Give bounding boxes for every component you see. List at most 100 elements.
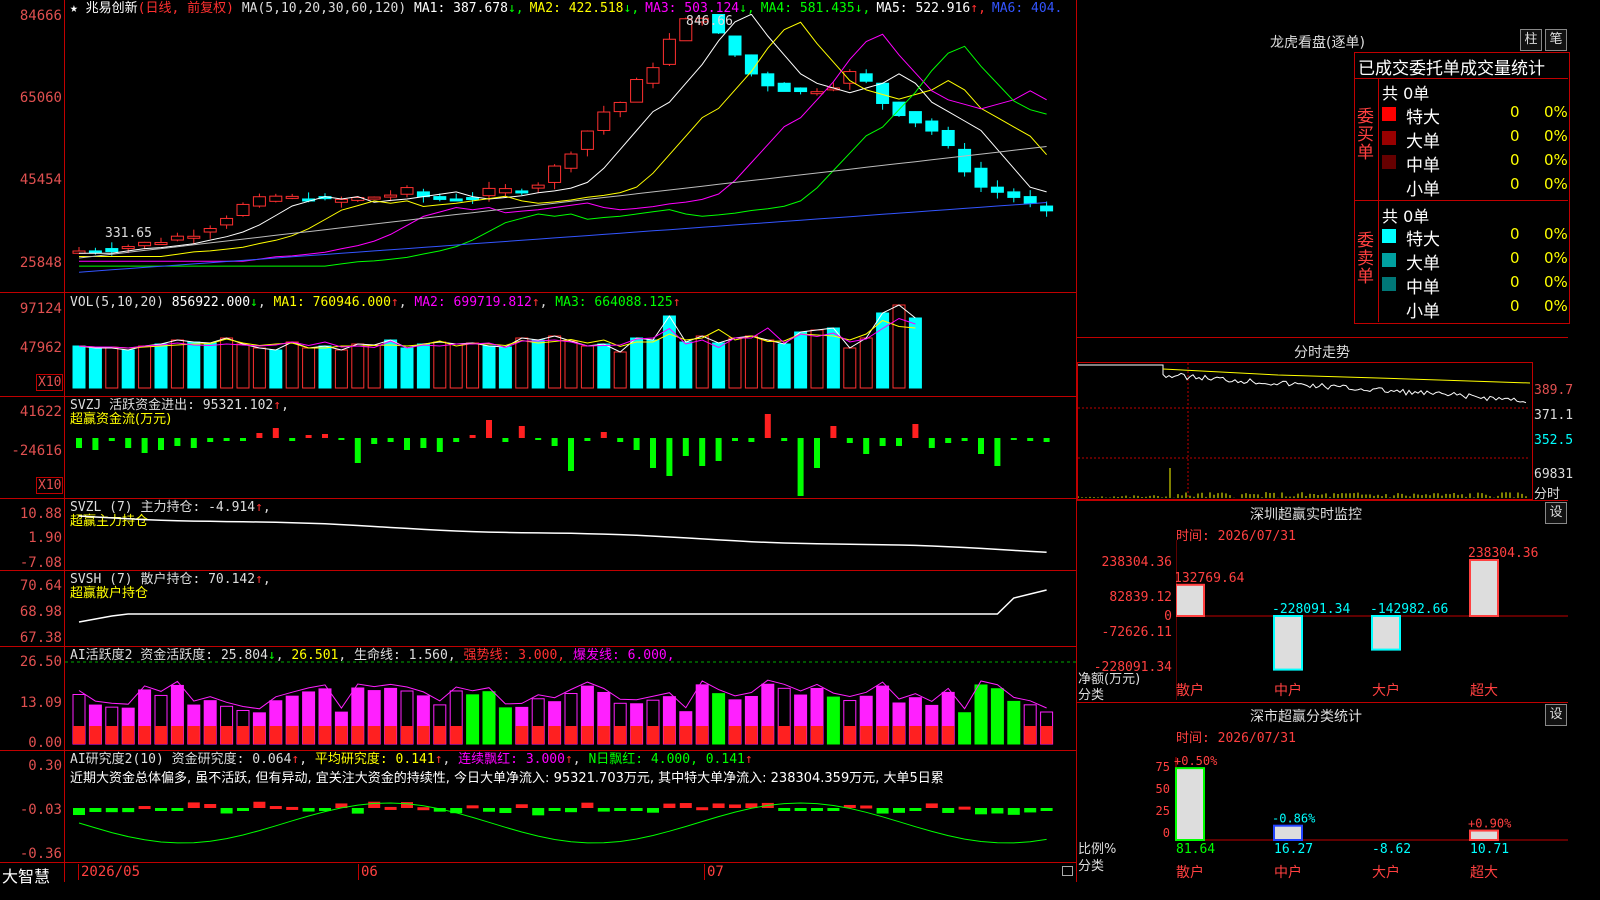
research-bar xyxy=(417,807,430,811)
price-tick: 84666 xyxy=(19,8,62,24)
flow-bar xyxy=(551,438,558,446)
monitor-bar xyxy=(1371,615,1401,651)
class-settings-button[interactable]: 设 xyxy=(1545,704,1567,726)
flow-bar xyxy=(945,438,952,443)
research-bar xyxy=(565,808,577,813)
order-count: 0 xyxy=(1510,127,1520,145)
active-base xyxy=(548,726,561,744)
monitor-bar xyxy=(1469,559,1499,617)
order-count: 0 xyxy=(1510,103,1520,121)
order-pct: 0% xyxy=(1544,127,1568,145)
volume-bar xyxy=(88,347,102,389)
active-base xyxy=(286,726,299,744)
flow-bar xyxy=(518,426,525,438)
flow-bar xyxy=(338,438,345,440)
flow-bar xyxy=(371,438,378,444)
volume-bar xyxy=(498,346,512,389)
intraday-chart[interactable] xyxy=(1078,363,1530,498)
svzj-chart[interactable] xyxy=(65,400,1076,496)
candle xyxy=(121,246,135,250)
order-name: 特大 xyxy=(1406,108,1440,128)
candle xyxy=(974,167,988,188)
low-price-label: 331.65 xyxy=(105,226,152,241)
active-base xyxy=(811,726,823,744)
active-chart[interactable] xyxy=(65,648,1076,748)
volume-bar xyxy=(515,337,529,389)
flow-bar xyxy=(928,438,935,448)
research-bar xyxy=(401,802,413,808)
research-avg: 平均研究度: 0.141 xyxy=(314,752,435,767)
research-chart[interactable] xyxy=(65,788,1076,860)
flow-bar xyxy=(207,438,214,442)
monitor-bar-chart[interactable]: 132769.64 散户 -228091.34 中户 -142982.66 大户 23830… xyxy=(1176,540,1568,700)
flow-bar xyxy=(568,438,574,471)
active-base xyxy=(138,726,151,744)
flow-bar xyxy=(272,428,279,438)
candle xyxy=(548,165,562,183)
active-base xyxy=(729,726,741,744)
volume-bar xyxy=(433,341,447,389)
class-value: 81.64 xyxy=(1176,842,1215,857)
volume-bar xyxy=(843,347,857,389)
research-bar xyxy=(876,808,889,814)
svzj-scale: X10 xyxy=(36,477,64,494)
research-bar xyxy=(1040,808,1053,811)
divider xyxy=(1077,337,1568,338)
volume-bar xyxy=(646,339,660,389)
monitor-settings-button[interactable]: 设 xyxy=(1545,502,1567,524)
svsh-chart[interactable] xyxy=(65,572,1076,646)
flow-bar xyxy=(846,438,853,443)
candle xyxy=(564,153,578,169)
volume-chart[interactable] xyxy=(65,298,1076,392)
candle xyxy=(531,184,545,189)
candlestick-chart[interactable] xyxy=(65,14,1076,292)
research-bar xyxy=(89,808,102,813)
flow-bar xyxy=(305,435,312,438)
main-hold-line xyxy=(78,515,1047,554)
panel-separator xyxy=(0,292,1077,293)
active-base xyxy=(302,726,315,744)
bar-mode-button[interactable]: 柱 xyxy=(1520,29,1542,51)
order-name: 小单 xyxy=(1406,180,1440,200)
order-stats-title[interactable]: 已成交委托单成交量统计 xyxy=(1358,54,1545,79)
volume-bar xyxy=(531,339,545,389)
flow-bar xyxy=(781,438,788,441)
class-bar-chart[interactable]: 75 50 25 0 +0.50% 81.64 散户 -0.86% 16.27 中户 -8.62 大户… xyxy=(1140,745,1568,882)
research-bar xyxy=(614,808,627,811)
monitor-category-label: 大户 xyxy=(1372,682,1400,699)
volume-bar xyxy=(728,337,742,389)
order-name: 小单 xyxy=(1406,302,1440,322)
flow-bar xyxy=(141,438,148,453)
active-base xyxy=(1040,726,1053,744)
app-logo[interactable]: 大智慧 xyxy=(2,863,50,887)
volume-bar xyxy=(482,345,496,389)
flow-bar xyxy=(223,438,230,441)
flow-bar xyxy=(256,433,263,438)
volume-scale: X10 xyxy=(36,374,64,391)
flow-bar xyxy=(486,420,492,438)
active-base xyxy=(761,726,774,744)
volume-bar xyxy=(613,351,627,389)
svzl-chart[interactable] xyxy=(65,500,1076,570)
candle xyxy=(646,67,660,84)
lock-icon[interactable] xyxy=(1062,866,1073,876)
volume-bar xyxy=(285,341,299,389)
volume-bar xyxy=(400,347,414,389)
tick-mode-button[interactable]: 笔 xyxy=(1545,29,1567,51)
order-name: 中单 xyxy=(1406,156,1440,176)
research-bar xyxy=(466,805,479,809)
monitor-bar xyxy=(1273,615,1303,671)
research-bar xyxy=(827,808,840,811)
candle xyxy=(597,111,611,131)
flow-bar xyxy=(732,438,738,441)
order-pct: 0% xyxy=(1544,151,1568,169)
candle xyxy=(613,101,627,113)
flow-bar xyxy=(1043,438,1050,442)
color-swatch xyxy=(1382,229,1396,243)
active-base xyxy=(876,726,889,744)
price-tick: 65060 xyxy=(19,90,62,106)
class-tick: 0 xyxy=(1163,826,1170,840)
research-tick: 0.30 xyxy=(28,758,62,774)
active-base xyxy=(515,726,528,744)
research-label: AI研究度2(10) 资金研究度: 0.064 xyxy=(70,752,292,767)
